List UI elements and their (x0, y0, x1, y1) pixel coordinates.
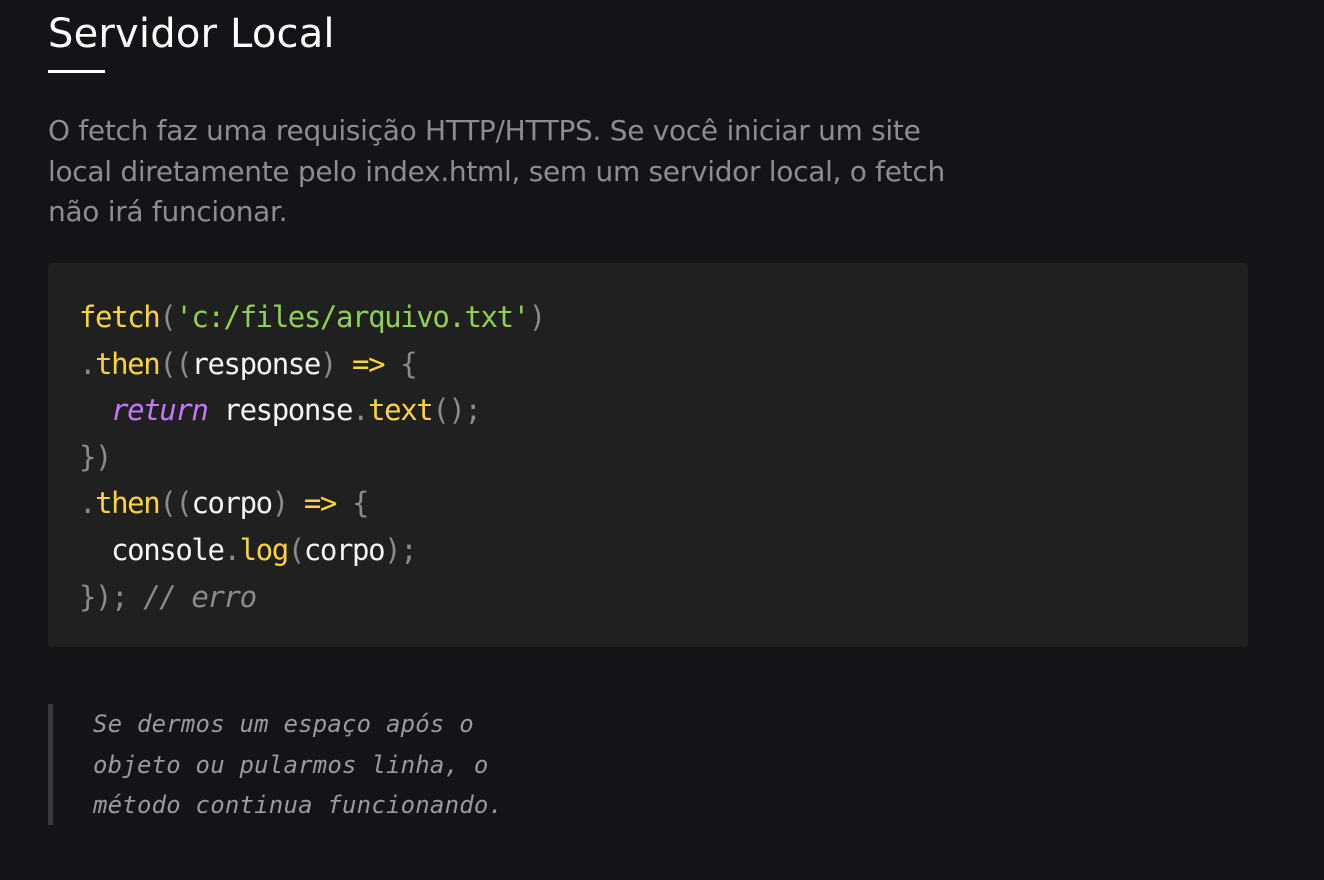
code-line: .then((corpo) => { (79, 480, 545, 527)
code-line: }) (79, 434, 545, 481)
code-keyword-token: return (111, 393, 209, 428)
code-identifier-token: console (79, 532, 225, 567)
title-underline (48, 70, 105, 73)
code-arrow-token: => (352, 346, 386, 381)
code-function-token: then (95, 486, 161, 521)
intro-line: não irá funcionar. (48, 195, 288, 228)
note-line: Se dermos um espaço após o (93, 710, 474, 738)
note-line: método continua funcionando. (93, 791, 504, 819)
code-punctuation-token: . (79, 486, 96, 521)
code-identifier-token: response (191, 346, 321, 381)
intro-line: O fetch faz uma requisição HTTP/HTTPS. S… (48, 114, 921, 147)
note-line: objeto ou pularmos linha, o (93, 750, 489, 779)
code-function-token: fetch (79, 300, 161, 334)
code-line: fetch('c:/files/arquivo.txt') (79, 294, 546, 341)
code-punctuation-token: (( (159, 346, 193, 381)
code-punctuation-token: }) (79, 439, 113, 474)
code-punctuation-token: { (336, 486, 369, 521)
code-punctuation-token: . (223, 532, 241, 567)
code-string-token: 'c:/files/arquivo.txt' (175, 300, 530, 334)
article-page: Servidor Local O fetch faz uma requisiçã… (0, 0, 1324, 880)
page-title: Servidor Local (48, 11, 335, 57)
code-identifier-token: corpo (303, 532, 386, 567)
code-comment-token: // erro (143, 579, 257, 614)
code-line: console.log(corpo); (79, 527, 545, 574)
code-line: return response.text(); (79, 387, 545, 434)
code-identifier-token: response (207, 393, 354, 428)
code-punctuation-token: { (384, 346, 417, 381)
code-punctuation-token: }); (79, 579, 144, 614)
code-function-token: then (95, 346, 161, 381)
code-punctuation-token: (); (432, 393, 482, 428)
code-line: .then((response) => { (79, 341, 545, 388)
blockquote-bar (48, 704, 53, 825)
code-block[interactable]: fetch('c:/files/arquivo.txt') .then((resp… (48, 263, 1248, 647)
code-identifier-token (79, 393, 111, 427)
code-function-token: text (368, 393, 434, 428)
code-punctuation-token: ) (319, 346, 353, 381)
code-content[interactable]: fetch('c:/files/arquivo.txt') .then((resp… (79, 294, 546, 621)
code-line: }); // erro (79, 574, 545, 621)
code-punctuation-token: ( (159, 300, 176, 334)
intro-line: local diretamente pelo index.html, sem u… (48, 154, 945, 188)
code-punctuation-token: ); (384, 532, 418, 567)
intro-paragraph: O fetch faz uma requisição HTTP/HTTPS. S… (48, 111, 1078, 233)
code-punctuation-token: ) (271, 486, 304, 521)
code-punctuation-token: . (79, 346, 96, 381)
code-punctuation-token: ) (528, 300, 546, 334)
code-arrow-token: => (303, 486, 338, 521)
note-blockquote: Se dermos um espaço após o objeto ou pul… (93, 704, 503, 826)
code-identifier-token: corpo (191, 486, 273, 521)
code-punctuation-token: . (352, 393, 369, 428)
code-punctuation-token: ( (287, 532, 305, 567)
code-function-token: log (239, 532, 290, 567)
code-punctuation-token: (( (159, 486, 193, 521)
